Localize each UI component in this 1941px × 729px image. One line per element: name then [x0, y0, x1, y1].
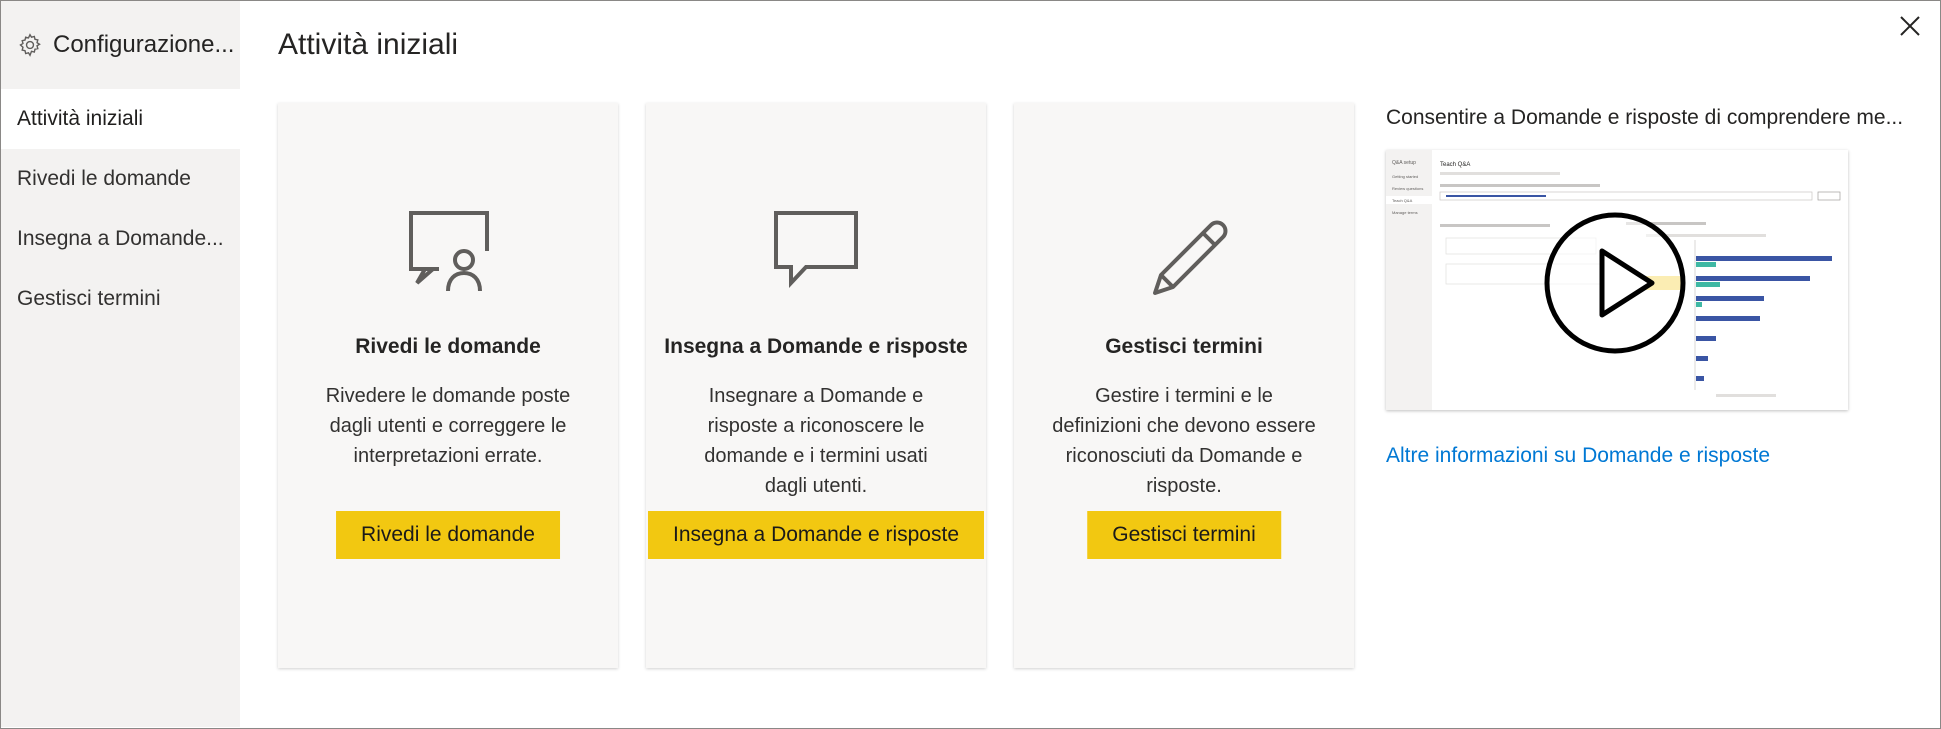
card-title: Gestisci termini	[1105, 335, 1263, 358]
card-title: Insegna a Domande e risposte	[664, 335, 968, 358]
play-icon[interactable]	[1544, 212, 1686, 354]
video-title: Consentire a Domande e risposte di compr…	[1386, 106, 1904, 129]
review-questions-button[interactable]: Rivedi le domande	[336, 511, 560, 559]
pencil-icon	[1153, 220, 1228, 295]
thumb-window-title: Teach Q&A	[1440, 162, 1470, 168]
thumb-sidebar-item: Manage terms	[1392, 210, 1418, 215]
manage-terms-button[interactable]: Gestisci termini	[1087, 511, 1281, 559]
gear-icon	[19, 33, 41, 57]
sidebar-header: Configurazione...	[1, 1, 240, 89]
card-title: Rivedi le domande	[355, 335, 541, 358]
app-title: Configurazione...	[53, 31, 235, 58]
video-preview-illustration: Q&A setup Getting started Review questio…	[1386, 150, 1848, 410]
learn-more-link[interactable]: Altre informazioni su Domande e risposte	[1386, 444, 1770, 468]
video-thumbnail[interactable]: Q&A setup Getting started Review questio…	[1386, 150, 1848, 410]
card-description: Gestire i termini e le definizioni che d…	[1052, 385, 1316, 497]
sidebar-item-getting-started[interactable]: Attività iniziali	[1, 89, 240, 149]
review-questions-icon	[409, 211, 489, 292]
speech-bubble-icon	[774, 211, 858, 289]
sidebar-item-review-questions[interactable]: Rivedi le domande	[1, 149, 240, 209]
thumb-sidebar-item: Getting started	[1392, 174, 1418, 179]
card-description: Rivedere le domande poste dagli utenti e…	[325, 385, 571, 467]
sidebar: Configurazione... Attività iniziali Rive…	[1, 1, 240, 727]
thumb-sidebar-item: Review questions	[1392, 186, 1423, 191]
card-description: Insegnare a Domande e risposte a riconos…	[704, 385, 928, 497]
thumb-sidebar-item: Teach Q&A	[1392, 198, 1413, 203]
page-title: Attività iniziali	[278, 28, 459, 61]
card-teach-qa: Insegna a Domande e risposte Insegnare a…	[646, 103, 986, 668]
card-manage-terms: Gestisci termini Gestire i termini e le …	[1014, 103, 1354, 668]
close-icon[interactable]	[1896, 12, 1924, 40]
sidebar-item-teach-qa[interactable]: Insegna a Domande...	[1, 209, 240, 269]
sidebar-item-manage-terms[interactable]: Gestisci termini	[1, 269, 240, 329]
thumb-sidebar-item: Q&A setup	[1392, 160, 1416, 166]
card-review-questions: Rivedi le domande Rivedere le domande po…	[278, 103, 618, 668]
teach-qa-button[interactable]: Insegna a Domande e risposte	[647, 511, 985, 559]
